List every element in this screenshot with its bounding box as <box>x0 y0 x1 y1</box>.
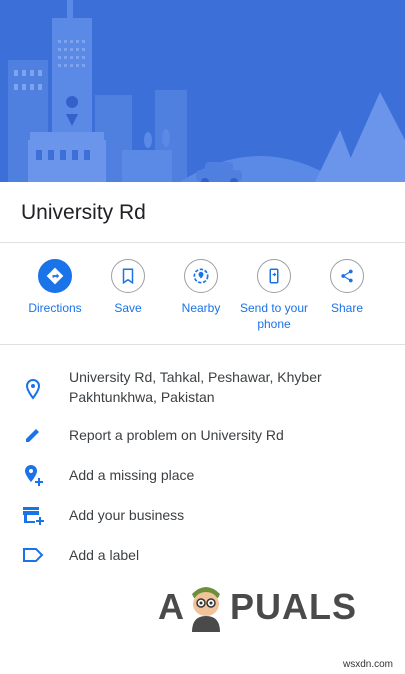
share-label: Share <box>330 301 364 315</box>
title-section: University Rd <box>0 182 405 243</box>
nearby-icon <box>184 259 218 293</box>
send-to-phone-button[interactable]: Send to your phone <box>237 259 311 332</box>
add-business-text: Add your business <box>69 507 185 523</box>
hero-illustration <box>0 0 405 182</box>
share-icon <box>330 259 364 293</box>
mascot-icon <box>184 580 228 637</box>
appuals-watermark: A PUALS <box>158 578 368 634</box>
report-problem-row[interactable]: Report a problem on University Rd <box>0 423 405 447</box>
nearby-label: Nearby <box>181 301 221 315</box>
footer-credit: wsxdn.com <box>342 659 393 670</box>
add-place-icon <box>21 463 45 487</box>
directions-icon <box>38 259 72 293</box>
pencil-icon <box>21 423 45 447</box>
report-problem-text: Report a problem on University Rd <box>69 427 284 443</box>
add-label-row[interactable]: Add a label <box>0 543 405 567</box>
place-title: University Rd <box>21 201 146 224</box>
address-text: University Rd, Tahkal, Peshawar, Khyber … <box>69 369 322 405</box>
location-pin-icon <box>21 377 45 401</box>
add-missing-place-text: Add a missing place <box>69 467 195 483</box>
save-label: Save <box>114 301 142 315</box>
add-label-text: Add a label <box>69 547 140 563</box>
action-bar: Directions Save Nearby Send to your phon… <box>0 243 405 345</box>
phone-icon <box>257 259 291 293</box>
add-business-row[interactable]: Add your business <box>0 503 405 527</box>
add-missing-place-row[interactable]: Add a missing place <box>0 463 405 487</box>
nearby-button[interactable]: Nearby <box>164 259 238 316</box>
directions-button[interactable]: Directions <box>18 259 92 316</box>
save-button[interactable]: Save <box>91 259 165 316</box>
address-row[interactable]: University Rd, Tahkal, Peshawar, Khyber … <box>0 367 405 411</box>
bookmark-icon <box>111 259 145 293</box>
directions-label: Directions <box>28 301 82 315</box>
watermark-right-text: PUALS <box>230 586 358 627</box>
send-to-phone-label: Send to your phone <box>239 301 309 331</box>
watermark-left-text: A <box>158 586 185 627</box>
label-icon <box>21 543 45 567</box>
add-business-icon <box>21 503 45 527</box>
share-button[interactable]: Share <box>310 259 384 316</box>
